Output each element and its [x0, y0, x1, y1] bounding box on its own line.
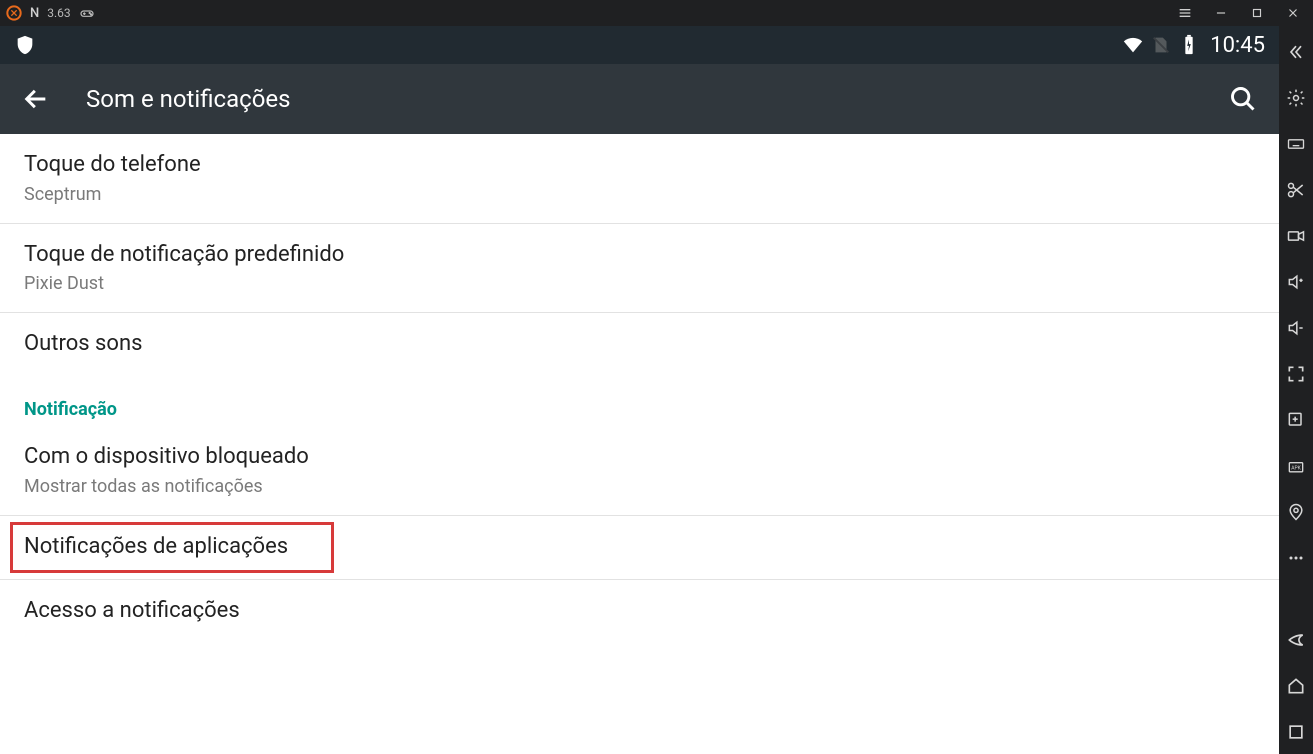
emulator-version: 3.63: [47, 6, 70, 20]
settings-list: Toque do telefone Sceptrum Toque de noti…: [0, 134, 1279, 754]
more-options-icon[interactable]: [1279, 536, 1313, 580]
scissors-icon[interactable]: [1279, 168, 1313, 212]
collapse-toolbar-icon[interactable]: [1279, 30, 1313, 74]
setting-title: Outros sons: [24, 329, 1255, 359]
gamepad-icon: [79, 5, 95, 21]
location-icon[interactable]: [1279, 490, 1313, 534]
setting-app-notifications[interactable]: Notificações de aplicações: [0, 516, 1279, 581]
emulator-titlebar: N 3.63: [0, 0, 1313, 26]
volume-down-icon[interactable]: [1279, 306, 1313, 350]
setting-title: Notificações de aplicações: [24, 532, 1255, 562]
android-recent-icon[interactable]: [1279, 710, 1313, 754]
setting-device-locked[interactable]: Com o dispositivo bloqueado Mostrar toda…: [0, 426, 1279, 516]
setting-value: Mostrar todas as notificações: [24, 476, 1255, 497]
setting-value: Pixie Dust: [24, 273, 1255, 294]
window-maximize-button[interactable]: [1243, 2, 1271, 24]
hamburger-menu-icon[interactable]: [1171, 2, 1199, 24]
status-clock: 10:45: [1210, 33, 1265, 58]
setting-other-sounds[interactable]: Outros sons: [0, 313, 1279, 377]
setting-title: Toque do telefone: [24, 150, 1255, 180]
setting-notification-access[interactable]: Acesso a notificações: [0, 580, 1279, 644]
window-minimize-button[interactable]: [1207, 2, 1235, 24]
appbar: Som e notificações: [0, 64, 1279, 134]
keyboard-icon[interactable]: [1279, 122, 1313, 166]
setting-phone-ringtone[interactable]: Toque do telefone Sceptrum: [0, 134, 1279, 224]
volume-up-icon[interactable]: [1279, 260, 1313, 304]
window-close-button[interactable]: [1279, 2, 1307, 24]
no-sim-icon: [1150, 34, 1172, 56]
emulator-logo-icon: [6, 5, 22, 21]
setting-notification-ringtone[interactable]: Toque de notificação predefinido Pixie D…: [0, 224, 1279, 314]
setting-title: Acesso a notificações: [24, 596, 1255, 626]
emulator-name: N: [30, 6, 39, 21]
video-record-icon[interactable]: [1279, 214, 1313, 258]
back-arrow-icon[interactable]: [22, 85, 50, 113]
search-icon[interactable]: [1229, 85, 1257, 113]
setting-title: Toque de notificação predefinido: [24, 240, 1255, 270]
section-header-notification: Notificação: [0, 377, 1279, 426]
android-back-icon[interactable]: [1279, 618, 1313, 662]
svg-text:APK: APK: [1291, 465, 1301, 471]
wifi-icon: [1122, 34, 1144, 56]
setting-value: Sceptrum: [24, 184, 1255, 205]
battery-charging-icon: [1178, 34, 1200, 56]
shield-icon: [14, 34, 36, 56]
device-screen: 10:45 Som e notificações Toque do telefo…: [0, 26, 1279, 754]
settings-gear-icon[interactable]: [1279, 76, 1313, 120]
fullscreen-icon[interactable]: [1279, 352, 1313, 396]
add-instance-icon[interactable]: [1279, 398, 1313, 442]
setting-title: Com o dispositivo bloqueado: [24, 442, 1255, 472]
emulator-right-toolbar: APK: [1279, 26, 1313, 754]
apk-install-icon[interactable]: APK: [1279, 444, 1313, 488]
android-status-bar: 10:45: [0, 26, 1279, 64]
page-title: Som e notificações: [86, 85, 1193, 113]
android-home-icon[interactable]: [1279, 664, 1313, 708]
